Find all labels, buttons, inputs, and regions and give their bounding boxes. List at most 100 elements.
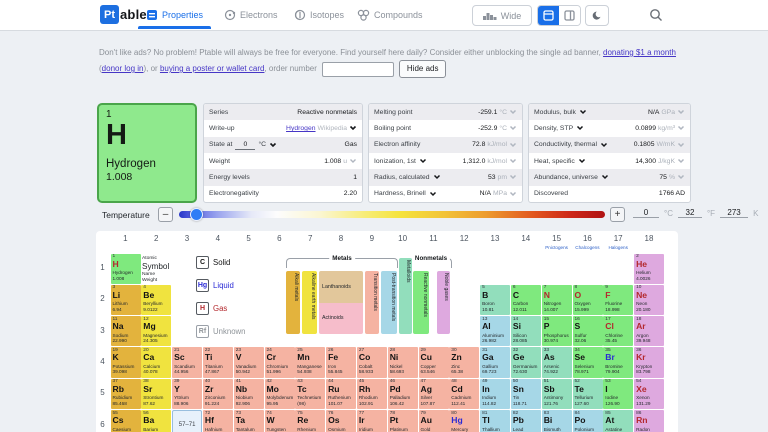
state-key-solid[interactable]: CSolid: [196, 255, 246, 269]
element-cell-Sb[interactable]: 51SbAntimony121.76: [542, 379, 572, 409]
element-cell-Ga[interactable]: 31GaGallium69.723: [480, 347, 510, 377]
element-cell-Cs[interactable]: 55CsCaesium: [111, 410, 141, 432]
writeup-link[interactable]: Hydrogen: [286, 125, 315, 132]
element-cell-F[interactable]: 9FFluorine18.998: [603, 285, 633, 315]
temperature-slider-track[interactable]: [179, 211, 605, 218]
tab-electrons[interactable]: Electrons: [224, 0, 278, 29]
chevron-down-icon[interactable]: [433, 174, 441, 180]
temperature-increase-button[interactable]: +: [610, 207, 625, 222]
period-label-6[interactable]: 6: [97, 420, 108, 429]
chevron-down-icon[interactable]: [677, 158, 685, 164]
element-cell-P[interactable]: 15PPhosphorus30.974: [542, 316, 572, 346]
celsius-input[interactable]: 0: [633, 208, 659, 218]
element-cell-Si[interactable]: 14SiSilicon28.085: [511, 316, 541, 346]
kelvin-input[interactable]: 273: [720, 208, 748, 218]
group-sublabel-halogens[interactable]: Halogens: [595, 245, 642, 250]
group-header-6[interactable]: 6: [264, 234, 295, 243]
period-label-2[interactable]: 2: [97, 294, 108, 303]
sidebar-view-button[interactable]: [559, 6, 580, 25]
group-header-2[interactable]: 2: [141, 234, 172, 243]
chevron-down-icon[interactable]: [509, 174, 517, 180]
poster-link[interactable]: buying a poster or wallet card: [160, 64, 265, 73]
category-label-metalloids[interactable]: Metalloids: [399, 258, 412, 334]
group-header-7[interactable]: 7: [295, 234, 326, 243]
element-cell-O[interactable]: 8OOxygen15.999: [573, 285, 603, 315]
element-cell-Ar[interactable]: 18ArArgon39.948: [634, 316, 664, 346]
element-cell-Li[interactable]: 3LiLithium6.94: [111, 285, 141, 315]
element-cell-Bi[interactable]: 83BiBismuth: [542, 410, 572, 432]
chevron-down-icon[interactable]: [509, 142, 517, 148]
element-cell-Rn[interactable]: 86RnRadon: [634, 410, 664, 432]
donate-link[interactable]: donating $1 a month: [603, 48, 676, 57]
element-cell-Nb[interactable]: 41NbNiobium92.906: [234, 379, 264, 409]
period-label-1[interactable]: 1: [97, 263, 108, 272]
element-cell-Zr[interactable]: 40ZrZirconium91.224: [203, 379, 233, 409]
property-label[interactable]: Heat, specific: [534, 158, 586, 165]
state-key-liquid[interactable]: HgLiquid: [196, 278, 246, 292]
category-label-reactive-nonmetals[interactable]: Reactive nonmetals: [413, 271, 429, 334]
lanthanide-range-cell[interactable]: 57–71: [172, 410, 202, 432]
element-cell-Pt[interactable]: 78PtPlatinum: [388, 410, 418, 432]
element-cell-Ta[interactable]: 73TaTantalum: [234, 410, 264, 432]
category-label-alkaline-earth-metals[interactable]: Alkaline earth metals: [302, 271, 317, 334]
element-cell-Br[interactable]: 35BrBromine79.904: [603, 347, 633, 377]
chevron-down-icon[interactable]: [509, 191, 517, 197]
dark-mode-button[interactable]: [585, 5, 609, 26]
group-header-12[interactable]: 12: [449, 234, 480, 243]
element-cell-Sc[interactable]: 21ScScandium44.956: [172, 347, 202, 377]
state-temperature-input[interactable]: [235, 140, 255, 150]
chevron-down-icon[interactable]: [509, 109, 517, 115]
fahrenheit-input[interactable]: 32: [678, 208, 702, 218]
property-label[interactable]: Modulus, bulk: [534, 109, 587, 116]
element-cell-K[interactable]: 19KPotassium39.098: [111, 347, 141, 377]
tab-properties[interactable]: Properties: [146, 0, 203, 29]
group-header-13[interactable]: 13: [480, 234, 511, 243]
element-cell-Mo[interactable]: 42MoMolybdenum95.95: [265, 379, 295, 409]
element-cell-Os[interactable]: 76OsOsmium: [326, 410, 356, 432]
element-cell-Ba[interactable]: 56BaBarium: [141, 410, 171, 432]
element-cell-Ni[interactable]: 28NiNickel58.693: [388, 347, 418, 377]
category-label-transition-metals[interactable]: Transition metals: [365, 271, 379, 334]
element-cell-Kr[interactable]: 36KrKrypton83.798: [634, 347, 664, 377]
temperature-slider-knob[interactable]: [190, 208, 203, 221]
chevron-down-icon[interactable]: [601, 174, 609, 180]
chevron-down-icon[interactable]: [579, 109, 587, 115]
element-cell-Mn[interactable]: 25MnManganese54.938: [295, 347, 325, 377]
element-cell-Pd[interactable]: 46PdPalladium106.42: [388, 379, 418, 409]
wide-layout-button[interactable]: Wide: [472, 5, 532, 26]
element-cell-S[interactable]: 16SSulfur32.06: [573, 316, 603, 346]
element-cell-Pb[interactable]: 82PbLead: [511, 410, 541, 432]
element-cell-B[interactable]: 5BBoron10.81: [480, 285, 510, 315]
element-cell-I[interactable]: 53IIodine126.90: [603, 379, 633, 409]
element-cell-Hf[interactable]: 72HfHafnium: [203, 410, 233, 432]
element-cell-In[interactable]: 49InIndium114.82: [480, 379, 510, 409]
element-cell-C[interactable]: 6CCarbon12.011: [511, 285, 541, 315]
element-cell-Au[interactable]: 79AuGold: [419, 410, 449, 432]
order-number-input[interactable]: [322, 62, 394, 77]
chevron-down-icon[interactable]: [677, 174, 685, 180]
state-key-gas[interactable]: HGas: [196, 301, 246, 315]
chevron-down-icon[interactable]: [600, 142, 608, 148]
element-cell-Hg[interactable]: 80HgMercury: [449, 410, 479, 432]
property-label[interactable]: Hardness, Brinell: [374, 190, 437, 197]
element-cell-Tc[interactable]: 43TcTechnetium(98): [295, 379, 325, 409]
element-cell-Sr[interactable]: 38SrStrontium87.62: [141, 379, 171, 409]
property-label[interactable]: Abundance, universe: [534, 174, 609, 181]
element-cell-Al[interactable]: 13AlAluminium26.982: [480, 316, 510, 346]
property-label[interactable]: Density, STP: [534, 125, 584, 132]
chevron-down-icon[interactable]: [419, 158, 427, 164]
tab-compounds[interactable]: Compounds: [357, 0, 423, 29]
element-cell-W[interactable]: 74WTungsten: [265, 410, 295, 432]
chevron-down-icon[interactable]: [576, 125, 584, 131]
element-cell-Xe[interactable]: 54XeXenon131.29: [634, 379, 664, 409]
element-cell-Mg[interactable]: 12MgMagnesium24.305: [141, 316, 171, 346]
period-label-3[interactable]: 3: [97, 326, 108, 335]
chevron-down-icon[interactable]: [509, 158, 517, 164]
element-cell-Se[interactable]: 34SeSelenium78.971: [573, 347, 603, 377]
element-cell-Fe[interactable]: 26FeIron55.845: [326, 347, 356, 377]
metals-bracket-label[interactable]: Metals: [329, 255, 355, 262]
element-cell-As[interactable]: 33AsArsenic74.922: [542, 347, 572, 377]
element-cell-Zn[interactable]: 30ZnZinc65.38: [449, 347, 479, 377]
group-header-16[interactable]: 16: [572, 234, 603, 243]
panel-view-button[interactable]: [538, 6, 559, 25]
